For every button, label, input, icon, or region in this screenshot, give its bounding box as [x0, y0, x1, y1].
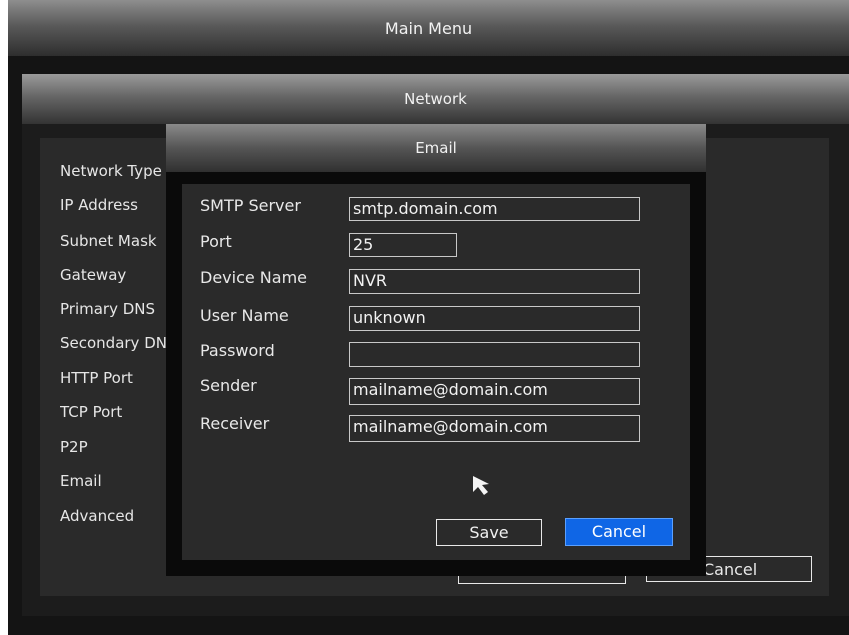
cancel-button[interactable]: Cancel	[565, 518, 673, 546]
main-menu-title: Main Menu	[384, 18, 473, 38]
network-item-gateway[interactable]: Gateway	[60, 266, 168, 284]
network-titlebar: Network	[22, 74, 849, 124]
device-name-input[interactable]: NVR	[349, 269, 640, 294]
device-name-label: Device Name	[200, 268, 308, 287]
network-item-primary-dns[interactable]: Primary DNS	[60, 300, 168, 318]
email-titlebar: Email	[166, 124, 706, 172]
sender-input[interactable]: mailname@domain.com	[349, 378, 640, 405]
mouse-pointer-icon	[473, 476, 489, 495]
user-name-label: User Name	[200, 306, 289, 325]
smtp-server-input[interactable]: smtp.domain.com	[349, 197, 640, 221]
password-label: Password	[200, 341, 275, 360]
main-menu-titlebar: Main Menu	[8, 0, 849, 56]
password-input[interactable]	[349, 342, 640, 367]
user-name-input[interactable]: unknown	[349, 306, 640, 331]
network-title: Network	[404, 90, 467, 108]
network-item-p2p[interactable]: P2P	[60, 438, 168, 456]
network-item-secondary-dns[interactable]: Secondary DNS	[60, 334, 168, 352]
network-item-ip-address[interactable]: IP Address	[60, 196, 168, 214]
port-label: Port	[200, 232, 232, 251]
network-item-advanced[interactable]: Advanced	[60, 507, 168, 525]
port-input[interactable]: 25	[349, 233, 457, 257]
network-item-email[interactable]: Email	[60, 472, 168, 490]
smtp-server-label: SMTP Server	[200, 196, 301, 215]
sender-label: Sender	[200, 376, 257, 395]
receiver-label: Receiver	[200, 414, 270, 433]
network-item-http-port[interactable]: HTTP Port	[60, 369, 168, 387]
receiver-input[interactable]: mailname@domain.com	[349, 415, 640, 442]
email-title: Email	[415, 139, 457, 157]
save-button[interactable]: Save	[436, 519, 542, 546]
network-item-network-type[interactable]: Network Type	[60, 162, 168, 180]
network-item-tcp-port[interactable]: TCP Port	[60, 403, 168, 421]
network-item-subnet-mask[interactable]: Subnet Mask	[60, 232, 168, 250]
